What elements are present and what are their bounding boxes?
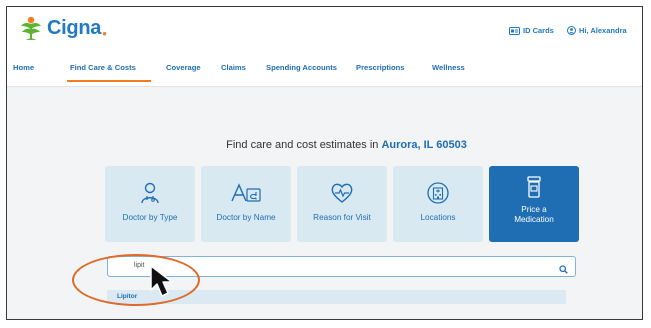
pill-bottle-icon	[526, 176, 542, 198]
tile-price-a-medication[interactable]: Price a Medication	[489, 166, 579, 242]
location-link[interactable]: Aurora, IL 60503	[381, 139, 466, 151]
user-icon	[567, 26, 576, 35]
tile-label-line-2: Medication	[514, 215, 554, 224]
nav-item-coverage[interactable]: Coverage	[166, 63, 201, 72]
page-headline: Find care and cost estimates in Aurora, …	[7, 139, 642, 151]
mouse-pointer-icon	[150, 265, 173, 297]
tile-label: Reason for Visit	[313, 213, 371, 222]
nav-item-home[interactable]: Home	[13, 63, 34, 72]
nav-item-prescriptions[interactable]: Prescriptions	[356, 63, 405, 72]
headline-text: Find care and cost estimates in	[226, 139, 379, 151]
nav-item-spending-accounts[interactable]: Spending Accounts	[266, 63, 337, 72]
heart-pulse-icon	[330, 182, 354, 204]
id-cards-link[interactable]: ID Cards	[509, 26, 554, 35]
app-window: Cigna ● ID Cards Hi, Alexandra Home Find…	[6, 6, 643, 320]
search-icon[interactable]	[559, 261, 568, 279]
id-card-icon	[509, 26, 520, 35]
tree-of-life-icon	[21, 16, 41, 40]
account-greeting: Hi, Alexandra	[579, 26, 627, 35]
brand-name: Cigna	[47, 16, 102, 39]
tile-reason-for-visit[interactable]: Reason for Visit	[297, 166, 387, 242]
tile-label-line-1: Price a	[521, 205, 547, 214]
tile-label: Price a Medication	[514, 205, 554, 225]
tile-doctor-by-type[interactable]: Doctor by Type	[105, 166, 195, 242]
nav-active-indicator	[67, 80, 151, 82]
registered-mark-icon: ●	[102, 28, 107, 38]
id-cards-label: ID Cards	[523, 26, 554, 35]
nav-item-find-care-costs[interactable]: Find Care & Costs	[70, 63, 136, 72]
doctor-icon	[140, 182, 160, 204]
nav-item-claims[interactable]: Claims	[221, 63, 246, 72]
cigna-logo[interactable]: Cigna ●	[17, 14, 107, 42]
text-aa-icon	[230, 182, 262, 204]
tile-locations[interactable]: Locations	[393, 166, 483, 242]
main-nav: Home Find Care & Costs Coverage Claims S…	[7, 63, 642, 81]
account-menu[interactable]: Hi, Alexandra	[567, 26, 627, 35]
tile-label: Doctor by Name	[216, 213, 276, 222]
tile-doctor-by-name[interactable]: Doctor by Name	[201, 166, 291, 242]
hospital-building-icon	[427, 182, 449, 204]
tile-label: Doctor by Type	[122, 213, 178, 222]
top-header: Cigna ● ID Cards Hi, Alexandra	[7, 7, 642, 51]
tile-label: Locations	[420, 213, 456, 222]
nav-item-wellness[interactable]: Wellness	[432, 63, 465, 72]
